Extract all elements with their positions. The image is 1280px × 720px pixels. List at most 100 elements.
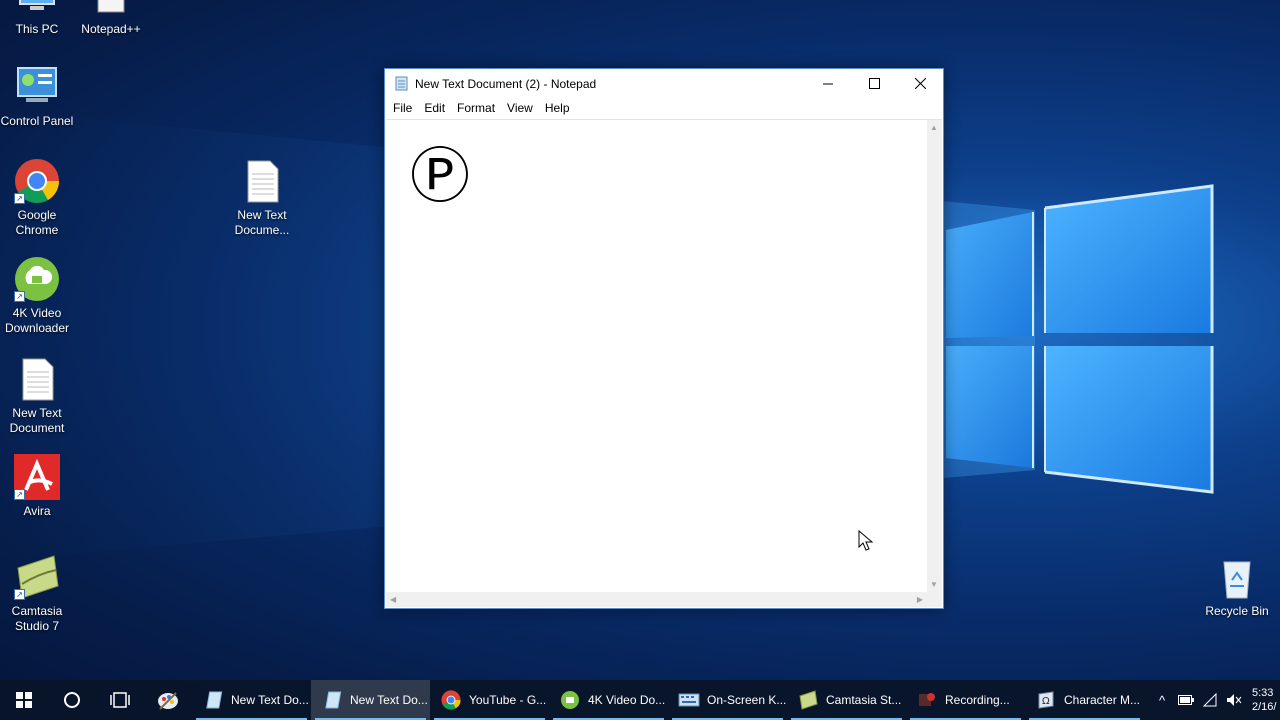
text-document-icon <box>14 356 60 402</box>
taskbar-item-character-map[interactable]: Ω Character M... <box>1025 680 1144 720</box>
recycle-bin-icon <box>1214 554 1260 600</box>
desktop-icon-this-pc[interactable]: This PC <box>0 0 75 37</box>
notepad-icon <box>321 689 343 711</box>
4k-video-icon <box>559 689 581 711</box>
menu-file[interactable]: File <box>387 101 418 115</box>
taskbar-item-label: YouTube - G... <box>469 693 547 707</box>
resize-grip-icon[interactable] <box>927 592 942 607</box>
keyboard-icon <box>678 689 700 711</box>
desktop-icon-camtasia[interactable]: ↗ Camtasia Studio 7 <box>0 554 75 634</box>
desktop-icon-label: New Text Docume... <box>234 208 290 237</box>
taskbar-item-label: On-Screen K... <box>707 693 787 707</box>
control-panel-icon <box>14 64 60 110</box>
desktop-icon-label: Camtasia Studio 7 <box>11 604 63 633</box>
maximize-button[interactable] <box>851 69 897 98</box>
menu-format[interactable]: Format <box>451 101 501 115</box>
taskbar-item-recording[interactable]: Recording... <box>906 680 1025 720</box>
close-button[interactable] <box>897 69 943 98</box>
mouse-cursor-icon <box>858 530 874 551</box>
character-map-icon: Ω <box>1035 689 1057 711</box>
wifi-icon[interactable] <box>1198 693 1222 707</box>
desktop-icon-4k-video-downloader[interactable]: ↗ 4K Video Downloader <box>0 256 75 336</box>
chrome-icon: ↗ <box>14 158 60 204</box>
system-tray: ^ 5:33 2/16/ <box>1150 680 1280 720</box>
notepad-window: New Text Document (2) - Notepad File Edi… <box>384 68 944 609</box>
taskbar-item-4k-video[interactable]: 4K Video Do... <box>549 680 668 720</box>
computer-icon <box>14 0 60 18</box>
desktop-icon-label: 4K Video Downloader <box>4 306 70 335</box>
desktop-icon-recycle-bin[interactable]: Recycle Bin <box>1199 554 1275 619</box>
task-view-icon <box>110 692 130 708</box>
taskbar-item-label: New Text Do... <box>231 693 309 707</box>
taskbar-item-label: 4K Video Do... <box>588 693 666 707</box>
horizontal-scrollbar[interactable]: ◀ ▶ <box>386 592 927 607</box>
system-clock[interactable]: 5:33 2/16/ <box>1246 686 1280 714</box>
scroll-down-icon[interactable]: ▼ <box>930 580 938 589</box>
desktop-icon-avira[interactable]: ↗ Avira <box>0 454 75 519</box>
minimize-icon <box>823 83 833 84</box>
taskbar: New Text Do... New Text Do... YouTube - … <box>0 680 1280 720</box>
taskbar-item-label: New Text Do... <box>350 693 428 707</box>
taskbar-item-label: Recording... <box>945 693 1010 707</box>
menu-help[interactable]: Help <box>539 101 576 115</box>
desktop-icon-label: Control Panel <box>0 114 74 128</box>
desktop-icon-control-panel[interactable]: Control Panel <box>0 64 75 129</box>
title-bar[interactable]: New Text Document (2) - Notepad <box>385 69 943 98</box>
chrome-icon <box>440 689 462 711</box>
svg-text:Ω: Ω <box>1042 696 1050 707</box>
scroll-right-icon[interactable]: ▶ <box>917 595 923 604</box>
close-icon <box>914 78 926 89</box>
show-hidden-icons-chevron-icon[interactable]: ^ <box>1150 693 1174 708</box>
taskbar-item-label: Camtasia St... <box>826 693 902 707</box>
battery-icon[interactable] <box>1174 695 1198 705</box>
shortcut-arrow-icon: ↗ <box>14 193 25 204</box>
camtasia-icon <box>797 689 819 711</box>
shortcut-arrow-icon: ↗ <box>14 489 25 500</box>
taskbar-item-notepad-1[interactable]: New Text Do... <box>192 680 311 720</box>
desktop-icon-label: New Text Document <box>9 406 65 435</box>
desktop-icon-notepad-plus-plus[interactable]: Notepad++ <box>73 0 149 37</box>
text-document-icon <box>239 158 285 204</box>
start-button[interactable] <box>0 680 48 720</box>
clock-date: 2/16/ <box>1252 701 1277 713</box>
shortcut-arrow-icon: ↗ <box>14 589 25 600</box>
maximize-icon <box>868 78 880 89</box>
window-title: New Text Document (2) - Notepad <box>415 76 597 91</box>
taskbar-item-on-screen-keyboard[interactable]: On-Screen K... <box>668 680 787 720</box>
shortcut-arrow-icon: ↗ <box>14 291 25 302</box>
menu-bar: File Edit Format View Help <box>385 98 943 118</box>
cortana-icon <box>64 692 80 708</box>
notepad-plus-plus-icon <box>88 0 134 18</box>
notepad-icon <box>202 689 224 711</box>
vertical-scrollbar[interactable]: ▲ ▼ <box>927 120 942 592</box>
taskbar-item-camtasia[interactable]: Camtasia St... <box>787 680 906 720</box>
paint-icon <box>158 692 178 710</box>
desktop-icon-label: Google Chrome <box>15 208 59 237</box>
volume-muted-icon[interactable] <box>1222 693 1246 707</box>
4k-video-downloader-icon: ↗ <box>14 256 60 302</box>
desktop-icon-label: Avira <box>23 504 51 518</box>
scroll-left-icon[interactable]: ◀ <box>390 595 396 604</box>
pinned-paint-button[interactable] <box>144 680 192 720</box>
desktop-icon-label: Recycle Bin <box>1205 604 1269 618</box>
menu-edit[interactable]: Edit <box>418 101 451 115</box>
desktop-icon-google-chrome[interactable]: ↗ Google Chrome <box>0 158 75 238</box>
desktop-icon-new-text-document[interactable]: New Text Document <box>0 356 75 436</box>
camtasia-icon: ↗ <box>14 554 60 600</box>
scroll-up-icon[interactable]: ▲ <box>930 123 938 132</box>
avira-icon: ↗ <box>14 454 60 500</box>
recording-icon <box>916 689 938 711</box>
taskbar-item-notepad-2[interactable]: New Text Do... <box>311 680 430 720</box>
windows-start-icon <box>16 692 32 708</box>
taskbar-item-chrome[interactable]: YouTube - G... <box>430 680 549 720</box>
notepad-icon <box>395 76 408 91</box>
desktop-icon-new-text-document-2[interactable]: New Text Docume... <box>224 158 300 238</box>
minimize-button[interactable] <box>805 69 851 98</box>
clock-time: 5:33 <box>1252 687 1274 699</box>
task-view-button[interactable] <box>96 680 144 720</box>
editor-content[interactable]: Ⓟ <box>410 142 470 212</box>
desktop-icon-label: Notepad++ <box>81 22 141 36</box>
cortana-search-button[interactable] <box>48 680 96 720</box>
menu-view[interactable]: View <box>501 101 539 115</box>
desktop-icon-label: This PC <box>15 22 59 36</box>
